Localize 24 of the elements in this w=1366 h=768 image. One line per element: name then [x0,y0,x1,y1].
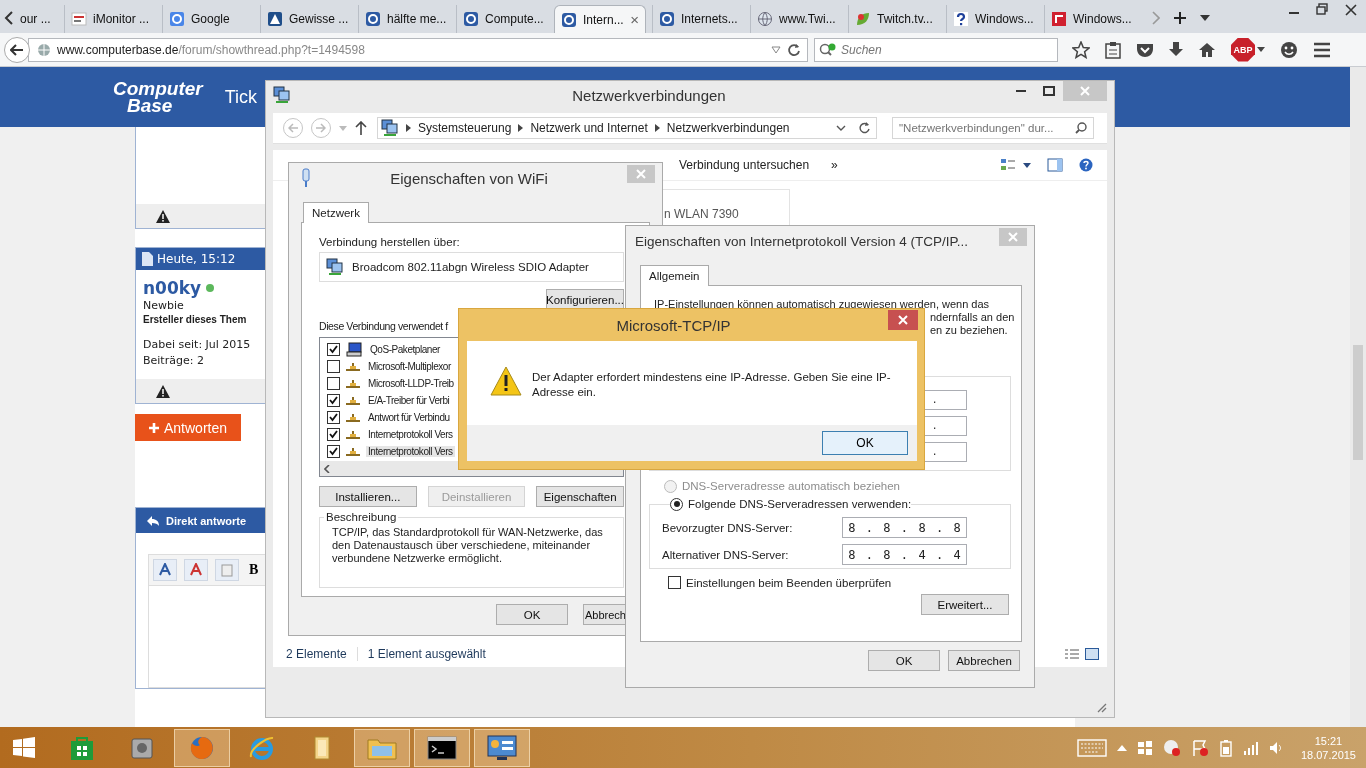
user-rank: Newbie [143,298,184,314]
window-title: Eigenschaften von Internetprotokoll Version 4 (TCP/IP... [635,233,969,249]
intro-text: en zu beziehen. [930,324,1008,337]
window-title: Netzwerkverbindungen [571,86,727,104]
post-count: Beiträge: 2 [143,353,204,369]
user-role: Ersteller dieses Them [143,314,247,325]
address-url: www.computerbase.de/forum/showthread.php?t=1494598 [57,42,366,57]
post-time: Heute, 15:12 [157,252,236,266]
group-title: Beschreibung [325,511,398,524]
intro-text: ndernfalls an den [930,311,1015,324]
status-text: 2 Elemente [286,647,347,661]
field-label: Verbindung herstellen über: [319,236,461,248]
field-label: Diese Verbindung verwendet f [319,320,448,332]
description-text: TCP/IP, das Standardprotokoll für WAN-Netzwerke, das den Datenaustausch über verschiedene, miteinander verbundene Netzwerke ermöglicht. [332,526,603,564]
window-title: Microsoft-TCP/IP [615,316,732,334]
join-date: Dabei seit: Jul 2015 [143,337,251,353]
field-label: Bevorzugter DNS-Server: [662,521,793,534]
status-text: 1 Element ausgewählt [356,647,486,661]
adapter-name: Broadcom 802.11abgn Wireless SDIO Adapter [352,261,589,273]
intro-text: IP-Einstellungen können automatisch zugewiesen werden, wenn das [654,298,990,311]
window-title: Eigenschaften von WiFi [389,169,549,187]
panel-title: Direkt antworte [166,514,247,527]
message-text: Der Adapter erfordert mindestens eine IP-Adresse. Geben Sie eine IP-Adresse ein. [532,370,892,400]
field-label: Alternativer DNS-Server: [662,548,789,561]
